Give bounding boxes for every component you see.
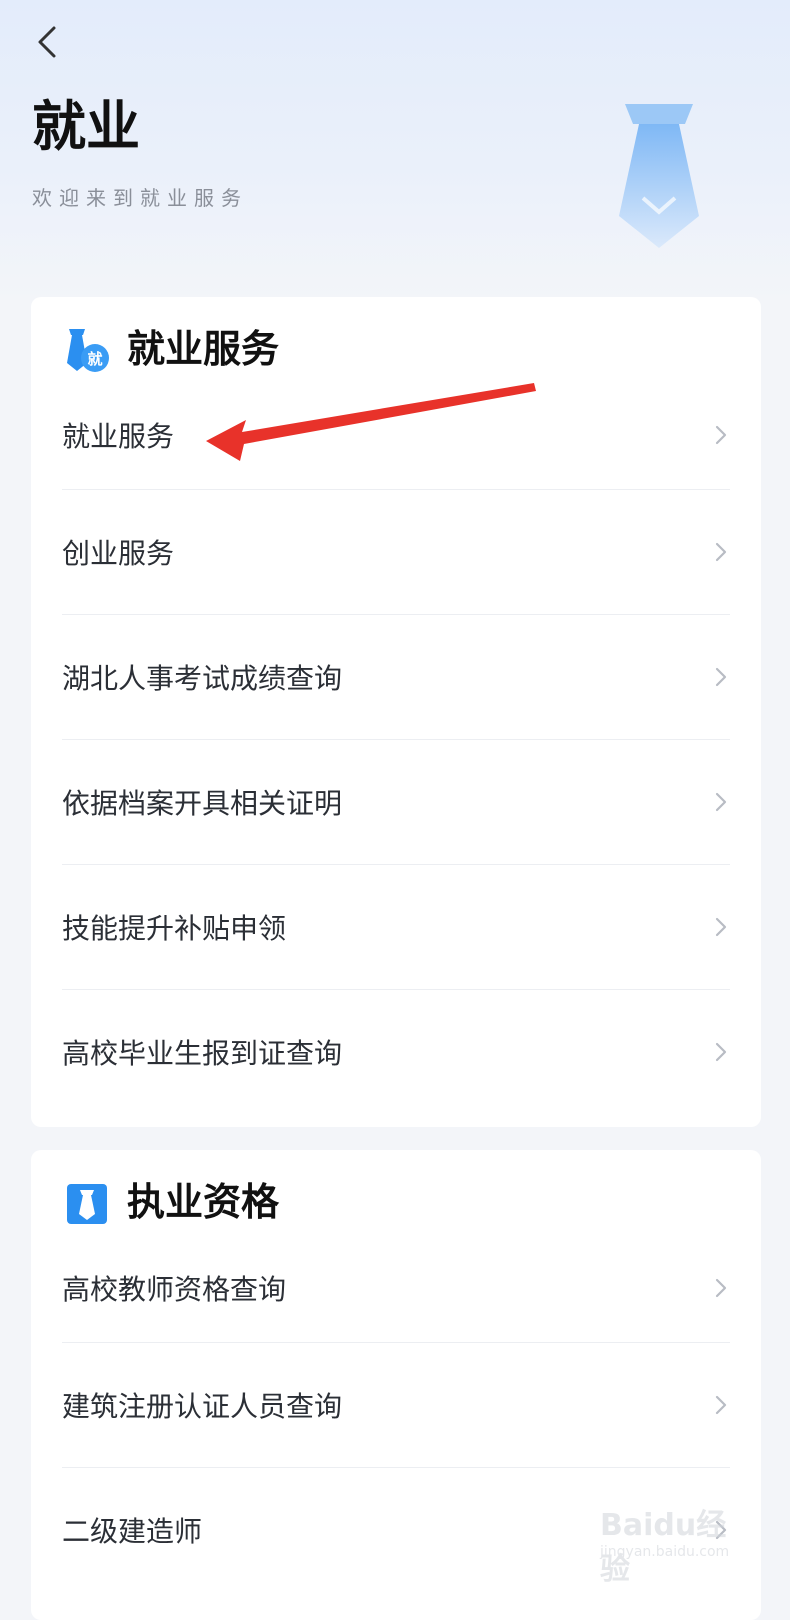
list-item-label: 依据档案开具相关证明 xyxy=(62,787,343,820)
list-item-archive-certificate[interactable]: 依据档案开具相关证明 xyxy=(62,740,730,865)
chevron-right-icon xyxy=(715,667,727,687)
page-subtitle: 欢迎来到就业服务 xyxy=(32,186,248,210)
chevron-right-icon xyxy=(715,917,727,937)
chevron-right-icon xyxy=(715,1042,727,1062)
chevron-right-icon xyxy=(715,1395,727,1415)
chevron-right-icon xyxy=(715,792,727,812)
list-item-construction-registration-query[interactable]: 建筑注册认证人员查询 xyxy=(62,1343,730,1468)
list-item-label: 建筑注册认证人员查询 xyxy=(62,1390,343,1423)
chevron-left-icon xyxy=(38,26,56,58)
watermark-logo: Baidu经验 jingyan.baidu.com xyxy=(600,1500,750,1587)
section-title: 就业服务 xyxy=(127,327,280,371)
tie-square-icon xyxy=(67,1184,107,1224)
list-item-exam-score-query[interactable]: 湖北人事考试成绩查询 xyxy=(62,615,730,740)
list-item-label: 技能提升补贴申领 xyxy=(62,912,287,945)
back-button[interactable] xyxy=(30,22,70,62)
list-item-label: 高校教师资格查询 xyxy=(62,1273,287,1306)
list-item-employment-service[interactable]: 就业服务 xyxy=(62,381,730,490)
tie-illustration-icon xyxy=(619,104,699,248)
list-item-label: 高校毕业生报到证查询 xyxy=(62,1037,343,1070)
svg-text:就: 就 xyxy=(87,350,102,368)
list-item-graduate-report-query[interactable]: 高校毕业生报到证查询 xyxy=(62,990,730,1114)
section-card-employment: 就 就业服务 就业服务 创业服务 湖北人事考试成绩查询 依据档案开具相关证明 技… xyxy=(31,297,761,1127)
list-item-startup-service[interactable]: 创业服务 xyxy=(62,490,730,615)
section-title: 执业资格 xyxy=(127,1180,280,1224)
chevron-right-icon xyxy=(715,1278,727,1298)
list-item-label: 湖北人事考试成绩查询 xyxy=(62,662,343,695)
chevron-right-icon xyxy=(715,542,727,562)
list-item-label: 就业服务 xyxy=(62,420,175,453)
list-item-skill-subsidy[interactable]: 技能提升补贴申领 xyxy=(62,865,730,990)
chevron-right-icon xyxy=(715,425,727,445)
page-title: 就业 xyxy=(32,95,140,158)
tie-badge-icon: 就 xyxy=(67,329,109,372)
list-item-teacher-qualification-query[interactable]: 高校教师资格查询 xyxy=(62,1234,730,1343)
list-item-label: 创业服务 xyxy=(62,537,175,570)
watermark-url: jingyan.baidu.com xyxy=(600,1544,730,1560)
list-item-label: 二级建造师 xyxy=(62,1515,203,1548)
